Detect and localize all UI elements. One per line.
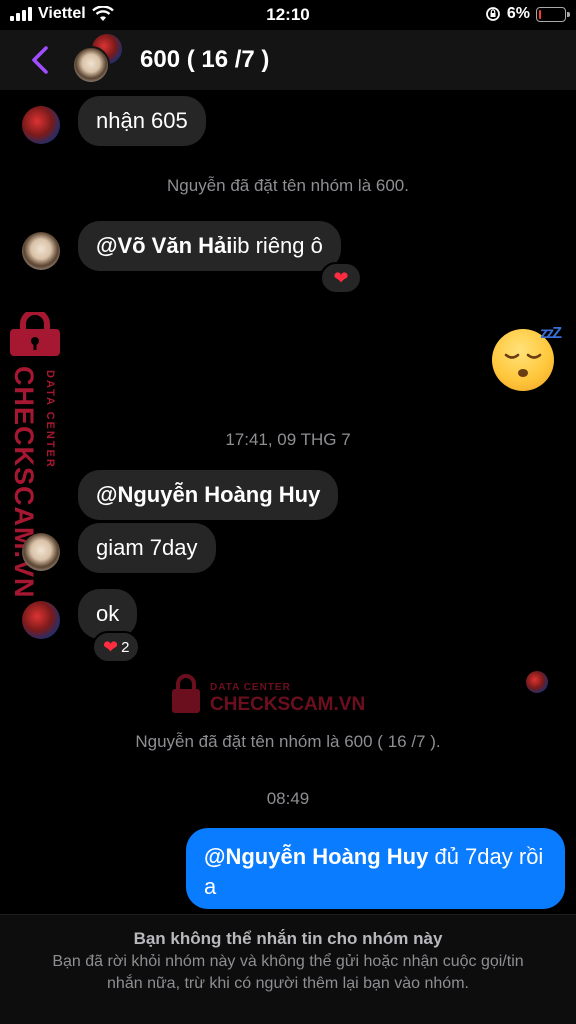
message-text: nhận 605 bbox=[96, 108, 188, 133]
reaction-badge[interactable]: ❤ 2 bbox=[92, 631, 141, 663]
heart-icon: ❤ bbox=[103, 636, 119, 657]
heart-icon: ❤ bbox=[333, 267, 349, 288]
rotation-lock-icon bbox=[485, 7, 500, 21]
composer-disabled-notice: Bạn không thể nhắn tin cho nhóm này Bạn … bbox=[0, 914, 576, 1024]
message-text: ok bbox=[96, 601, 120, 626]
timestamp: 17:41, 09 THG 7 bbox=[225, 430, 351, 449]
message-bubble[interactable]: giam 7day bbox=[78, 523, 216, 573]
sleeping-face-emoji[interactable]: zzZ bbox=[492, 325, 562, 391]
message-bubble[interactable]: @Nguyễn Hoàng Huy bbox=[78, 470, 339, 520]
chat-header: 600 ( 16 /7 ) bbox=[0, 30, 576, 90]
mention[interactable]: @Nguyễn Hoàng Huy bbox=[96, 482, 320, 508]
status-bar: Viettel 12:10 6% bbox=[0, 0, 576, 30]
message-text: giam 7day bbox=[96, 535, 198, 560]
system-message: Nguyễn đã đặt tên nhóm là 600. bbox=[167, 176, 409, 195]
system-message: Nguyễn đã đặt tên nhóm là 600 ( 16 /7 ). bbox=[135, 732, 441, 751]
back-chevron-icon[interactable] bbox=[26, 42, 56, 78]
sender-avatar[interactable] bbox=[22, 106, 60, 144]
reaction-badge[interactable]: ❤ bbox=[320, 262, 362, 294]
notice-body: Bạn đã rời khỏi nhóm này và không thể gử… bbox=[52, 953, 524, 992]
lock-icon bbox=[172, 674, 200, 713]
timestamp: 08:49 bbox=[266, 789, 310, 808]
reaction-count: 2 bbox=[121, 638, 130, 656]
lock-icon bbox=[10, 312, 60, 356]
outgoing-message-bubble[interactable]: @Nguyễn Hoàng Huy đủ 7day rồi a bbox=[186, 828, 565, 909]
message-text: ib riêng ô bbox=[232, 233, 323, 258]
group-title[interactable]: 600 ( 16 /7 ) bbox=[140, 46, 269, 74]
read-receipt-avatar bbox=[526, 671, 548, 693]
status-right: 6% bbox=[485, 5, 570, 23]
watermark-sub: DATA CENTER bbox=[44, 370, 56, 469]
battery-icon bbox=[536, 6, 570, 22]
watermark-sub: DATA CENTER bbox=[210, 682, 291, 693]
watermark-brand: CHECKSCAM.VN bbox=[210, 694, 366, 715]
sender-avatar[interactable] bbox=[22, 601, 60, 639]
sender-avatar[interactable] bbox=[22, 232, 60, 270]
notice-title: Bạn không thể nhắn tin cho nhóm này bbox=[133, 929, 443, 948]
sender-avatar[interactable] bbox=[22, 533, 60, 571]
message-bubble[interactable]: @Võ Văn Hải ib riêng ô bbox=[78, 221, 341, 271]
message-bubble[interactable]: nhận 605 bbox=[78, 96, 206, 146]
group-avatar-2[interactable] bbox=[72, 46, 110, 84]
battery-percent: 6% bbox=[506, 5, 530, 22]
mention[interactable]: @Võ Văn Hải bbox=[96, 233, 232, 259]
mention[interactable]: @Nguyễn Hoàng Huy bbox=[204, 844, 428, 869]
